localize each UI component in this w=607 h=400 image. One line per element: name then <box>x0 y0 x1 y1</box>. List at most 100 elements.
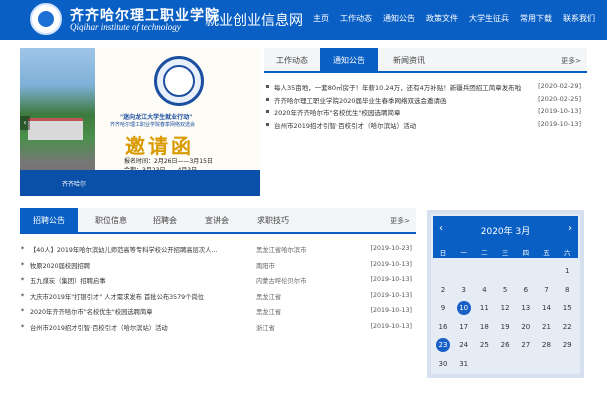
recruit-title[interactable]: 牧原2020届校园招聘 <box>30 261 90 270</box>
weekday-label: 日 <box>439 249 447 257</box>
nav-policies[interactable]: 政策文件 <box>426 13 458 24</box>
calendar-day[interactable]: 7 <box>537 281 557 299</box>
notice-panel: 工作动态 通知公告 新闻资讯 更多> 每人35亩地，一套80㎡房子！年薪10.2… <box>264 48 587 196</box>
school-seal-icon <box>154 56 204 106</box>
recruit-item[interactable]: ✶ 2020年齐齐哈尔市"名校优生"校园选聘简章 黑龙江省 [2019-10-13] <box>20 306 416 322</box>
recruit-title[interactable]: 台州市2019招才引智·百校引才（哈尔滨站）活动 <box>30 323 168 332</box>
bullet-star-icon: ✶ <box>20 322 26 330</box>
recruit-date: [2019-10-13] <box>370 276 412 283</box>
recruit-title[interactable]: 【40人】2019年哈尔滨幼儿师范高等专科学校公开招聘高层次人... <box>30 245 217 254</box>
recruit-item[interactable]: ✶ 五九煤炭（集团）招聘启事 内蒙古呼伦贝尔市 [2019-10-13] <box>20 275 416 291</box>
calendar-next-month-icon[interactable]: › <box>568 223 572 234</box>
banner-caption: 齐齐哈尔 <box>62 181 87 188</box>
calendar-day[interactable]: 1 <box>557 262 577 280</box>
nav-work-news[interactable]: 工作动态 <box>340 13 372 24</box>
calendar-day[interactable]: 5 <box>495 281 515 299</box>
recruit-item[interactable]: ✶ 【40人】2019年哈尔滨幼儿师范高等专科学校公开招聘高层次人... 黑龙江省哈… <box>20 244 416 260</box>
calendar-day[interactable]: 28 <box>537 336 557 354</box>
calendar-day[interactable]: 21 <box>537 318 557 336</box>
tab-job-tips[interactable]: 求职技巧 <box>244 208 302 234</box>
recruit-location: 浙江省 <box>256 324 275 332</box>
recruit-item[interactable]: ✶ 台州市2019招才引智·百校引才（哈尔滨站）活动 浙江省 [2019-10-13] <box>20 322 416 338</box>
banner-carousel[interactable]: "迷向龙江大学生就业行动" 齐齐哈尔理工职业学院春季网络双选会 邀请函 报名时间… <box>20 48 260 196</box>
notice-item[interactable]: 每人35亩地，一套80㎡房子！年薪10.24万，还有4万补贴！新疆兵团招工简章发… <box>264 81 587 94</box>
tab-presentations[interactable]: 宣讲会 <box>192 208 242 234</box>
recruit-item[interactable]: ✶ 牧原2020届校园招聘 南阳市 [2019-10-13] <box>20 260 416 276</box>
calendar-day[interactable]: 26 <box>495 336 515 354</box>
notice-tabs: 工作动态 通知公告 新闻资讯 更多> <box>264 48 587 73</box>
recruit-title[interactable]: 大庆市2019年"打银引才" 人才需求发布 首批公布3579个岗位 <box>30 292 204 301</box>
notice-title[interactable]: 2020年齐齐哈尔市"名校优生"校园选聘简章 <box>274 107 401 117</box>
bullet-star-icon: ✶ <box>20 307 26 314</box>
recruit-date: [2019-10-23] <box>370 245 412 252</box>
calendar-day[interactable]: 20 <box>516 318 536 336</box>
recruit-location: 内蒙古呼伦贝尔市 <box>256 278 307 285</box>
calendar-day[interactable]: 10 <box>454 299 474 317</box>
calendar-day[interactable]: 9 <box>433 299 453 317</box>
notice-title[interactable]: 台州市2019招才引智·百校引才（哈尔滨站）活动 <box>274 120 416 130</box>
tab-job-info[interactable]: 职位信息 <box>82 208 140 234</box>
tab-work-news[interactable]: 工作动态 <box>264 48 320 73</box>
calendar-day[interactable]: 30 <box>433 355 453 373</box>
tab-notices[interactable]: 通知公告 <box>320 48 378 73</box>
recruit-title[interactable]: 五九煤炭（集团）招聘启事 <box>30 276 106 285</box>
tab-recruit-notices[interactable]: 招聘公告 <box>20 208 78 234</box>
bullet-star-icon: ✶ <box>20 276 26 283</box>
nav-home[interactable]: 主页 <box>313 13 329 24</box>
calendar-day[interactable]: 2 <box>433 281 453 299</box>
recruit-title[interactable]: 2020年齐齐哈尔市"名校优生"校园选聘简章 <box>30 307 153 316</box>
recruit-date: [2019-10-13] <box>370 307 412 314</box>
nav-conscription[interactable]: 大学生征兵 <box>469 13 509 24</box>
notice-more-link[interactable]: 更多> <box>561 56 581 66</box>
calendar-day[interactable]: 22 <box>557 318 577 336</box>
recruit-list: ✶ 【40人】2019年哈尔滨幼儿师范高等专科学校公开招聘高层次人... 黑龙江省哈… <box>20 244 416 337</box>
calendar-day[interactable]: 25 <box>474 336 494 354</box>
weekday-label: 五 <box>543 249 550 257</box>
nav-contact[interactable]: 联系我们 <box>563 13 595 24</box>
banner-prev-arrow-icon[interactable]: ‹ <box>20 116 30 130</box>
nav-downloads[interactable]: 常用下载 <box>520 13 552 24</box>
recruit-more-link[interactable]: 更多> <box>390 216 410 226</box>
bullet-icon <box>266 122 269 126</box>
calendar-day[interactable]: 12 <box>495 299 515 317</box>
nav-notices[interactable]: 通知公告 <box>383 13 415 24</box>
calendar-day[interactable]: 3 <box>454 281 474 299</box>
calendar-day[interactable]: 19 <box>495 318 515 336</box>
banner-slogan: "迷向龙江大学生就业行动" <box>120 114 193 121</box>
calendar-day[interactable]: 27 <box>516 336 536 354</box>
calendar-day[interactable]: 31 <box>454 355 474 373</box>
calendar-day[interactable]: 24 <box>454 336 474 354</box>
main-nav: 主页 工作动态 通知公告 政策文件 大学生征兵 常用下载 联系我们 <box>313 13 595 24</box>
recruit-location: 南阳市 <box>256 262 275 270</box>
calendar-day[interactable]: 15 <box>557 299 577 317</box>
calendar-day[interactable]: 11 <box>474 299 494 317</box>
calendar-day[interactable]: 18 <box>474 318 494 336</box>
notice-date: [2019-10-13] <box>538 119 581 128</box>
notice-item[interactable]: 2020年齐齐哈尔市"名校优生"校园选聘简章 [2019-10-13] <box>264 106 587 119</box>
calendar-day[interactable]: 6 <box>516 281 536 299</box>
notice-item[interactable]: 台州市2019招才引智·百校引才（哈尔滨站）活动 [2019-10-13] <box>264 119 587 132</box>
calendar-day[interactable]: 29 <box>557 336 577 354</box>
calendar-weekday-row: 日一二三四五六 <box>433 244 578 258</box>
calendar-day[interactable]: 14 <box>537 299 557 317</box>
notice-title[interactable]: 每人35亩地，一套80㎡房子！年薪10.24万，还有4万补贴！新疆兵团招工简章发… <box>274 82 521 92</box>
bullet-icon <box>266 97 269 101</box>
calendar-day[interactable]: 4 <box>474 281 494 299</box>
calendar-day[interactable]: 13 <box>516 299 536 317</box>
calendar-day[interactable]: 8 <box>557 281 577 299</box>
calendar-day[interactable]: 17 <box>454 318 474 336</box>
calendar-day[interactable]: 16 <box>433 318 453 336</box>
weekday-label: 二 <box>481 249 488 257</box>
bullet-icon <box>266 85 269 88</box>
notice-item[interactable]: 齐齐哈尔理工职业学院2020届毕业生春季网络双选会邀请函 [2020-02-25] <box>264 94 587 107</box>
recruit-location: 黑龙江省 <box>256 293 282 301</box>
page-root: 齐齐哈尔理工职业学院 Qiqihar institute of technolo… <box>0 0 607 400</box>
calendar-day[interactable]: 23 <box>433 336 453 354</box>
tab-news[interactable]: 新闻资讯 <box>380 48 438 73</box>
tab-job-fair[interactable]: 招聘会 <box>140 208 190 234</box>
recruit-date: [2019-10-13] <box>370 260 412 268</box>
notice-list: 每人35亩地，一套80㎡房子！年薪10.24万，还有4万补贴！新疆兵团招工简章发… <box>264 81 587 131</box>
site-title: 就业创业信息网 <box>205 13 303 29</box>
notice-title[interactable]: 齐齐哈尔理工职业学院2020届毕业生春季网络双选会邀请函 <box>274 95 447 105</box>
recruit-item[interactable]: ✶ 大庆市2019年"打银引才" 人才需求发布 首批公布3579个岗位 黑龙江省 [2… <box>20 291 416 307</box>
